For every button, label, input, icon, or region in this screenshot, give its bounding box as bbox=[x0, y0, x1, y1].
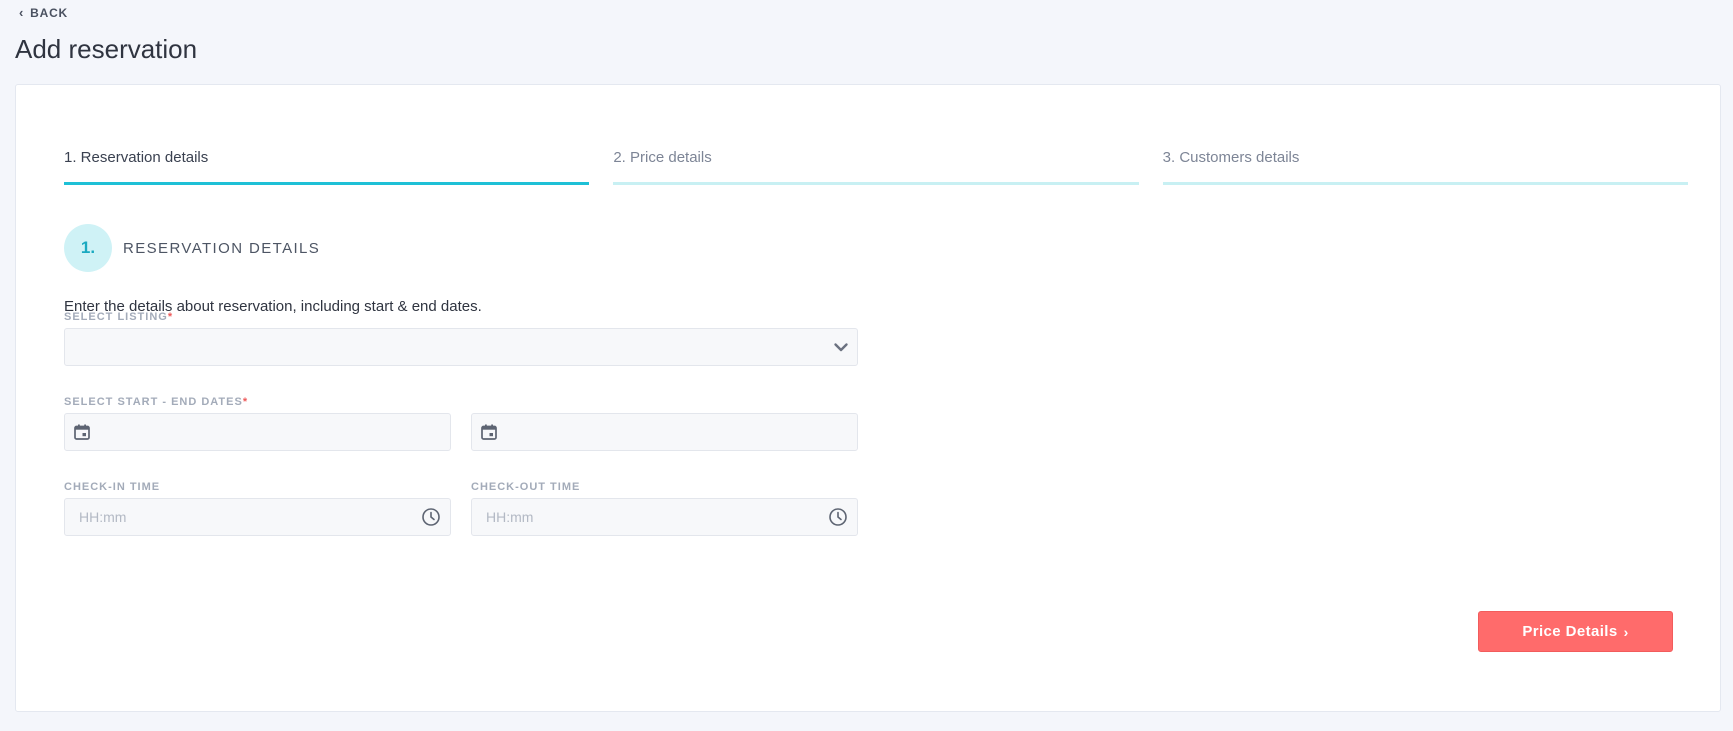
chevron-right-icon: › bbox=[1623, 623, 1629, 640]
dates-label: SELECT START - END DATES* bbox=[64, 396, 249, 408]
checkout-time-placeholder: HH:mm bbox=[486, 509, 534, 525]
back-label: BACK bbox=[30, 6, 69, 20]
calendar-icon bbox=[481, 424, 497, 440]
step-label: 1. Reservation details bbox=[64, 149, 209, 166]
chevron-down-icon bbox=[834, 343, 848, 352]
required-marker: * bbox=[242, 396, 249, 408]
checkout-label: CHECK-OUT TIME bbox=[471, 481, 581, 493]
listing-select[interactable] bbox=[64, 328, 858, 366]
required-marker: * bbox=[167, 311, 174, 323]
tab-customers-details[interactable]: 3. Customers details bbox=[1162, 149, 1688, 185]
back-link[interactable]: ‹ BACK bbox=[19, 4, 69, 21]
end-date-input[interactable] bbox=[471, 413, 858, 451]
reservation-card: 1. Reservation details 2. Price details … bbox=[15, 84, 1721, 712]
tab-reservation-details[interactable]: 1. Reservation details bbox=[64, 149, 590, 185]
page-title: Add reservation bbox=[15, 34, 198, 64]
checkin-label: CHECK-IN TIME bbox=[64, 481, 161, 493]
calendar-icon bbox=[74, 424, 90, 440]
checkin-time-input[interactable]: HH:mm bbox=[64, 498, 451, 536]
section-title: RESERVATION DETAILS bbox=[123, 239, 321, 257]
step-label: 3. Customers details bbox=[1162, 149, 1300, 166]
step-number-badge: 1. bbox=[64, 224, 112, 272]
chevron-left-icon: ‹ bbox=[19, 4, 25, 20]
listing-label: SELECT LISTING* bbox=[64, 311, 174, 323]
start-date-input[interactable] bbox=[64, 413, 451, 451]
clock-icon[interactable] bbox=[421, 507, 441, 527]
price-details-label: Price Details bbox=[1522, 623, 1618, 640]
checkin-time-placeholder: HH:mm bbox=[79, 509, 127, 525]
wizard-steps: 1. Reservation details 2. Price details … bbox=[64, 149, 1688, 185]
price-details-button[interactable]: Price Details › bbox=[1478, 611, 1673, 652]
clock-icon[interactable] bbox=[828, 507, 848, 527]
checkout-time-input[interactable]: HH:mm bbox=[471, 498, 858, 536]
section-header: 1. RESERVATION DETAILS bbox=[64, 224, 320, 272]
tab-price-details[interactable]: 2. Price details bbox=[613, 149, 1139, 185]
step-label: 2. Price details bbox=[613, 149, 712, 166]
